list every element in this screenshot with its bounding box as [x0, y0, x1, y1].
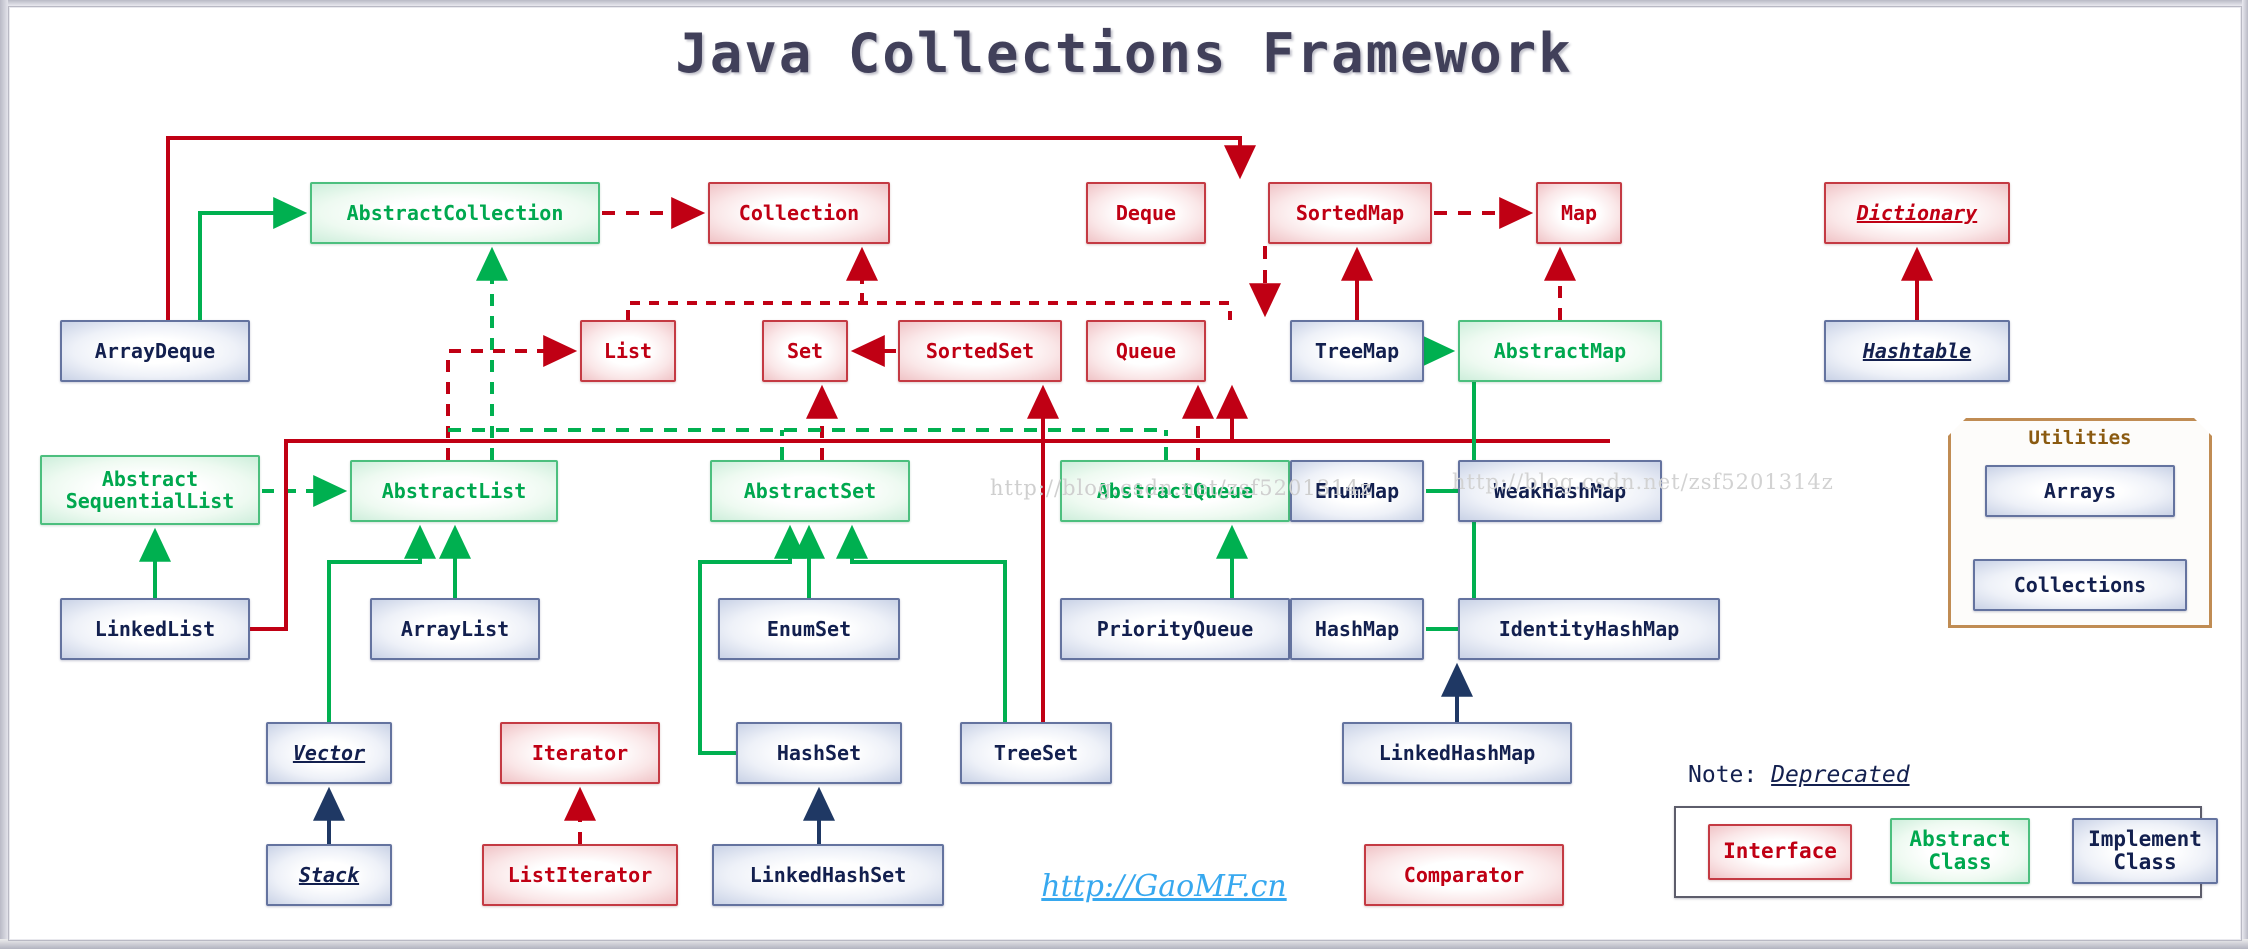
node-listiterator[interactable]: ListIterator	[482, 844, 678, 906]
utilities-group: Utilities Arrays Collections	[1948, 418, 2212, 628]
node-label: ListIterator	[507, 863, 653, 887]
node-queue[interactable]: Queue	[1086, 320, 1206, 382]
node-treemap[interactable]: TreeMap	[1290, 320, 1424, 382]
node-abstractsequentiallist[interactable]: Abstract SequentialList	[40, 455, 260, 525]
node-vector[interactable]: Vector	[266, 722, 392, 784]
legend-item-interface: Interface	[1708, 824, 1852, 880]
node-list[interactable]: List	[580, 320, 676, 382]
note-line: Note: Deprecated	[1688, 762, 1910, 788]
node-label: SortedMap	[1295, 201, 1405, 225]
node-sortedset[interactable]: SortedSet	[898, 320, 1062, 382]
node-linkedlist[interactable]: LinkedList	[60, 598, 250, 660]
watermark-blog-left: http://blog.csdn.net/zsf5201314z	[990, 476, 1372, 500]
watermark-url-link[interactable]: http://GaoMF.cn	[1029, 869, 1299, 904]
node-iterator[interactable]: Iterator	[500, 722, 660, 784]
legend-box: Interface Abstract Class Implement Class	[1674, 806, 2218, 898]
node-hashmap[interactable]: HashMap	[1290, 598, 1424, 660]
node-label: Queue	[1115, 339, 1177, 363]
node-label: ArrayDeque	[94, 339, 216, 363]
legend-item-abstract-class: Abstract Class	[1890, 818, 2030, 884]
node-sortedmap[interactable]: SortedMap	[1268, 182, 1432, 244]
node-identityhashmap[interactable]: IdentityHashMap	[1458, 598, 1720, 660]
node-label: Deque	[1115, 201, 1177, 225]
legend-item-implement-class: Implement Class	[2072, 818, 2218, 884]
node-set[interactable]: Set	[762, 320, 848, 382]
node-abstractlist[interactable]: AbstractList	[350, 460, 558, 522]
node-label: Abstract SequentialList	[65, 467, 235, 513]
node-treeset[interactable]: TreeSet	[960, 722, 1112, 784]
utility-arrays[interactable]: Arrays	[1985, 465, 2175, 517]
node-label: AbstractSet	[743, 479, 877, 503]
node-label: Dictionary	[1856, 201, 1978, 225]
node-label: Iterator	[531, 741, 629, 765]
node-deque[interactable]: Deque	[1086, 182, 1206, 244]
node-label: AbstractList	[381, 479, 527, 503]
node-collection[interactable]: Collection	[708, 182, 890, 244]
node-label: TreeMap	[1314, 339, 1400, 363]
node-dictionary[interactable]: Dictionary	[1824, 182, 2010, 244]
node-priorityqueue[interactable]: PriorityQueue	[1060, 598, 1290, 660]
node-label: Stack	[298, 863, 360, 887]
utilities-title: Utilities	[2028, 427, 2132, 449]
node-label: LinkedHashMap	[1378, 741, 1536, 765]
node-hashtable[interactable]: Hashtable	[1824, 320, 2010, 382]
node-abstractmap[interactable]: AbstractMap	[1458, 320, 1662, 382]
node-label: Vector	[292, 741, 366, 765]
node-enumset[interactable]: EnumSet	[718, 598, 900, 660]
node-label: Set	[786, 339, 824, 363]
node-label: Hashtable	[1862, 339, 1972, 363]
window-edge-left	[0, 0, 8, 949]
node-label: PriorityQueue	[1096, 617, 1254, 641]
node-label: EnumSet	[766, 617, 852, 641]
node-linkedhashmap[interactable]: LinkedHashMap	[1342, 722, 1572, 784]
node-stack[interactable]: Stack	[266, 844, 392, 906]
node-label: Map	[1560, 201, 1598, 225]
node-linkedhashset[interactable]: LinkedHashSet	[712, 844, 944, 906]
diagram-canvas: Java Collections Framework AbstractColle…	[0, 0, 2248, 949]
node-label: Comparator	[1403, 863, 1525, 887]
window-edge-right	[2242, 0, 2248, 949]
watermark-blog-right: http://blog.csdn.net/zsf5201314z	[1452, 470, 1834, 494]
node-label: LinkedList	[94, 617, 216, 641]
note-prefix: Note:	[1688, 762, 1772, 788]
node-label: HashSet	[776, 741, 862, 765]
node-label: Collection	[738, 201, 860, 225]
node-hashset[interactable]: HashSet	[736, 722, 902, 784]
node-arraydeque[interactable]: ArrayDeque	[60, 320, 250, 382]
node-label: TreeSet	[993, 741, 1079, 765]
page-title: Java Collections Framework	[675, 22, 1573, 85]
node-label: ArrayList	[400, 617, 510, 641]
node-map[interactable]: Map	[1536, 182, 1622, 244]
node-comparator[interactable]: Comparator	[1364, 844, 1564, 906]
node-label: List	[603, 339, 653, 363]
node-label: IdentityHashMap	[1498, 617, 1680, 641]
utility-collections[interactable]: Collections	[1973, 559, 2187, 611]
node-label: LinkedHashSet	[749, 863, 907, 887]
node-abstractset[interactable]: AbstractSet	[710, 460, 910, 522]
node-label: AbstractMap	[1493, 339, 1627, 363]
note-deprecated-sample: Deprecated	[1771, 762, 1910, 788]
node-label: AbstractCollection	[346, 201, 564, 225]
node-abstractcollection[interactable]: AbstractCollection	[310, 182, 600, 244]
node-label: SortedSet	[925, 339, 1035, 363]
node-arraylist[interactable]: ArrayList	[370, 598, 540, 660]
node-label: HashMap	[1314, 617, 1400, 641]
